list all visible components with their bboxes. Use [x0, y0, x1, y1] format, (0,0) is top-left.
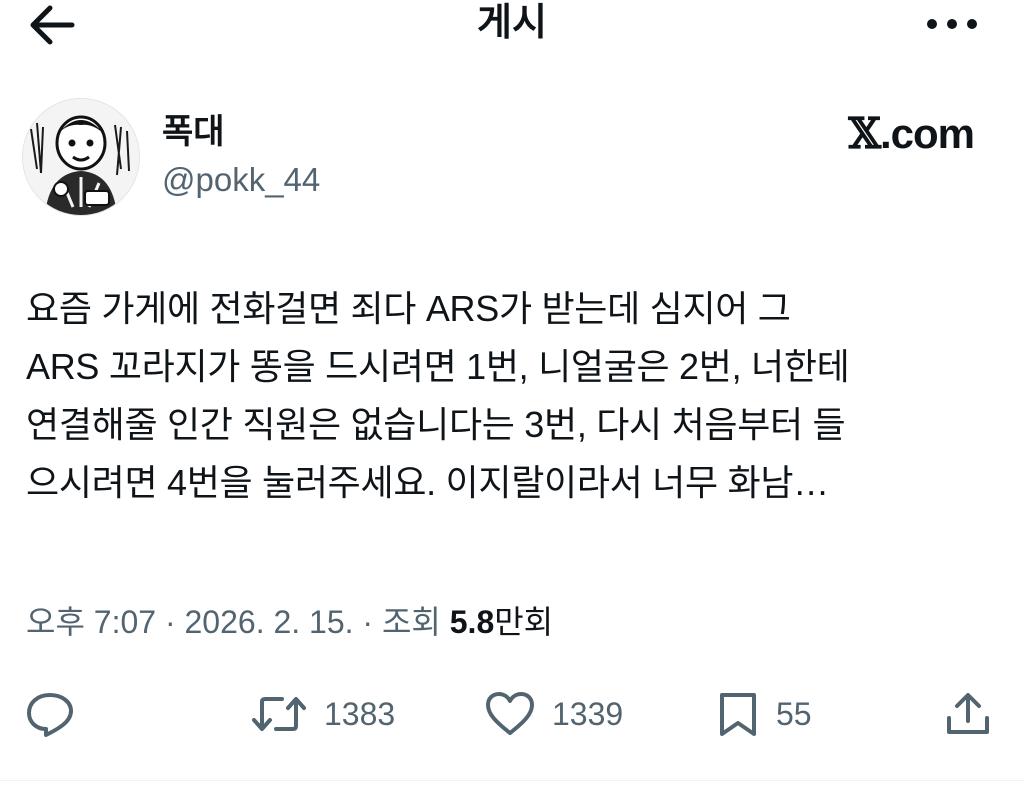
avatar-drawing-icon	[23, 99, 139, 215]
share-button[interactable]	[944, 686, 992, 742]
views-label: 조회	[381, 604, 441, 640]
more-options-icon	[927, 19, 977, 29]
bookmark-count: 55	[776, 695, 812, 732]
like-count: 1339	[552, 695, 624, 732]
like-button[interactable]: 1339	[484, 686, 623, 742]
tweet-text: 요즘 가게에 전화걸면 죄다 ARS가 받는데 심지어 그 ARS 꼬라지가 똥…	[26, 280, 1001, 512]
x-com-watermark: 𝕏.com	[848, 109, 975, 158]
share-icon	[947, 693, 989, 734]
retweet-button[interactable]: 1383	[250, 686, 395, 742]
views-value: 5.8	[449, 604, 495, 640]
retweet-count: 1383	[324, 695, 396, 732]
author-name[interactable]: 폭대	[162, 112, 225, 152]
top-bar: 게시	[0, 0, 1024, 48]
bookmark-icon	[720, 693, 756, 736]
page-title: 게시	[477, 2, 547, 44]
retweet-icon	[252, 697, 306, 731]
bookmark-button[interactable]: 55	[716, 686, 812, 742]
reply-button[interactable]	[24, 686, 76, 742]
like-icon	[486, 692, 534, 735]
meta-separator: ·	[156, 604, 185, 640]
avatar[interactable]	[22, 98, 140, 216]
tweet-line: 으시려면 4번을 눌러주세요. 이지랄이라서 너무 화남…	[26, 462, 829, 503]
x-com-suffix: .com	[879, 110, 975, 157]
action-bar: 1383 1339 55	[0, 686, 1024, 742]
author-handle[interactable]: @pokk_44	[162, 160, 320, 200]
reply-icon	[27, 693, 73, 737]
divider	[0, 780, 1024, 781]
meta-separator: ·	[353, 604, 382, 640]
post-time[interactable]: 오후 7:07	[26, 604, 156, 640]
tweet-line: 연결해줄 인간 직원은 없습니다는 3번, 다시 처음부터 들	[26, 404, 846, 445]
views-unit: 만회	[494, 604, 554, 640]
tweet-meta: 오후 7:07 · 2026. 2. 15. · 조회 5.8만회	[26, 600, 553, 644]
more-options-button[interactable]	[922, 4, 982, 44]
tweet-line: 요즘 가게에 전화걸면 죄다 ARS가 받는데 심지어 그	[26, 288, 791, 329]
tweet-line: ARS 꼬라지가 똥을 드시려면 1번, 니얼굴은 2번, 너한테	[26, 346, 850, 387]
x-logo-icon: 𝕏	[848, 109, 881, 158]
post-date[interactable]: 2026. 2. 15.	[185, 604, 354, 640]
